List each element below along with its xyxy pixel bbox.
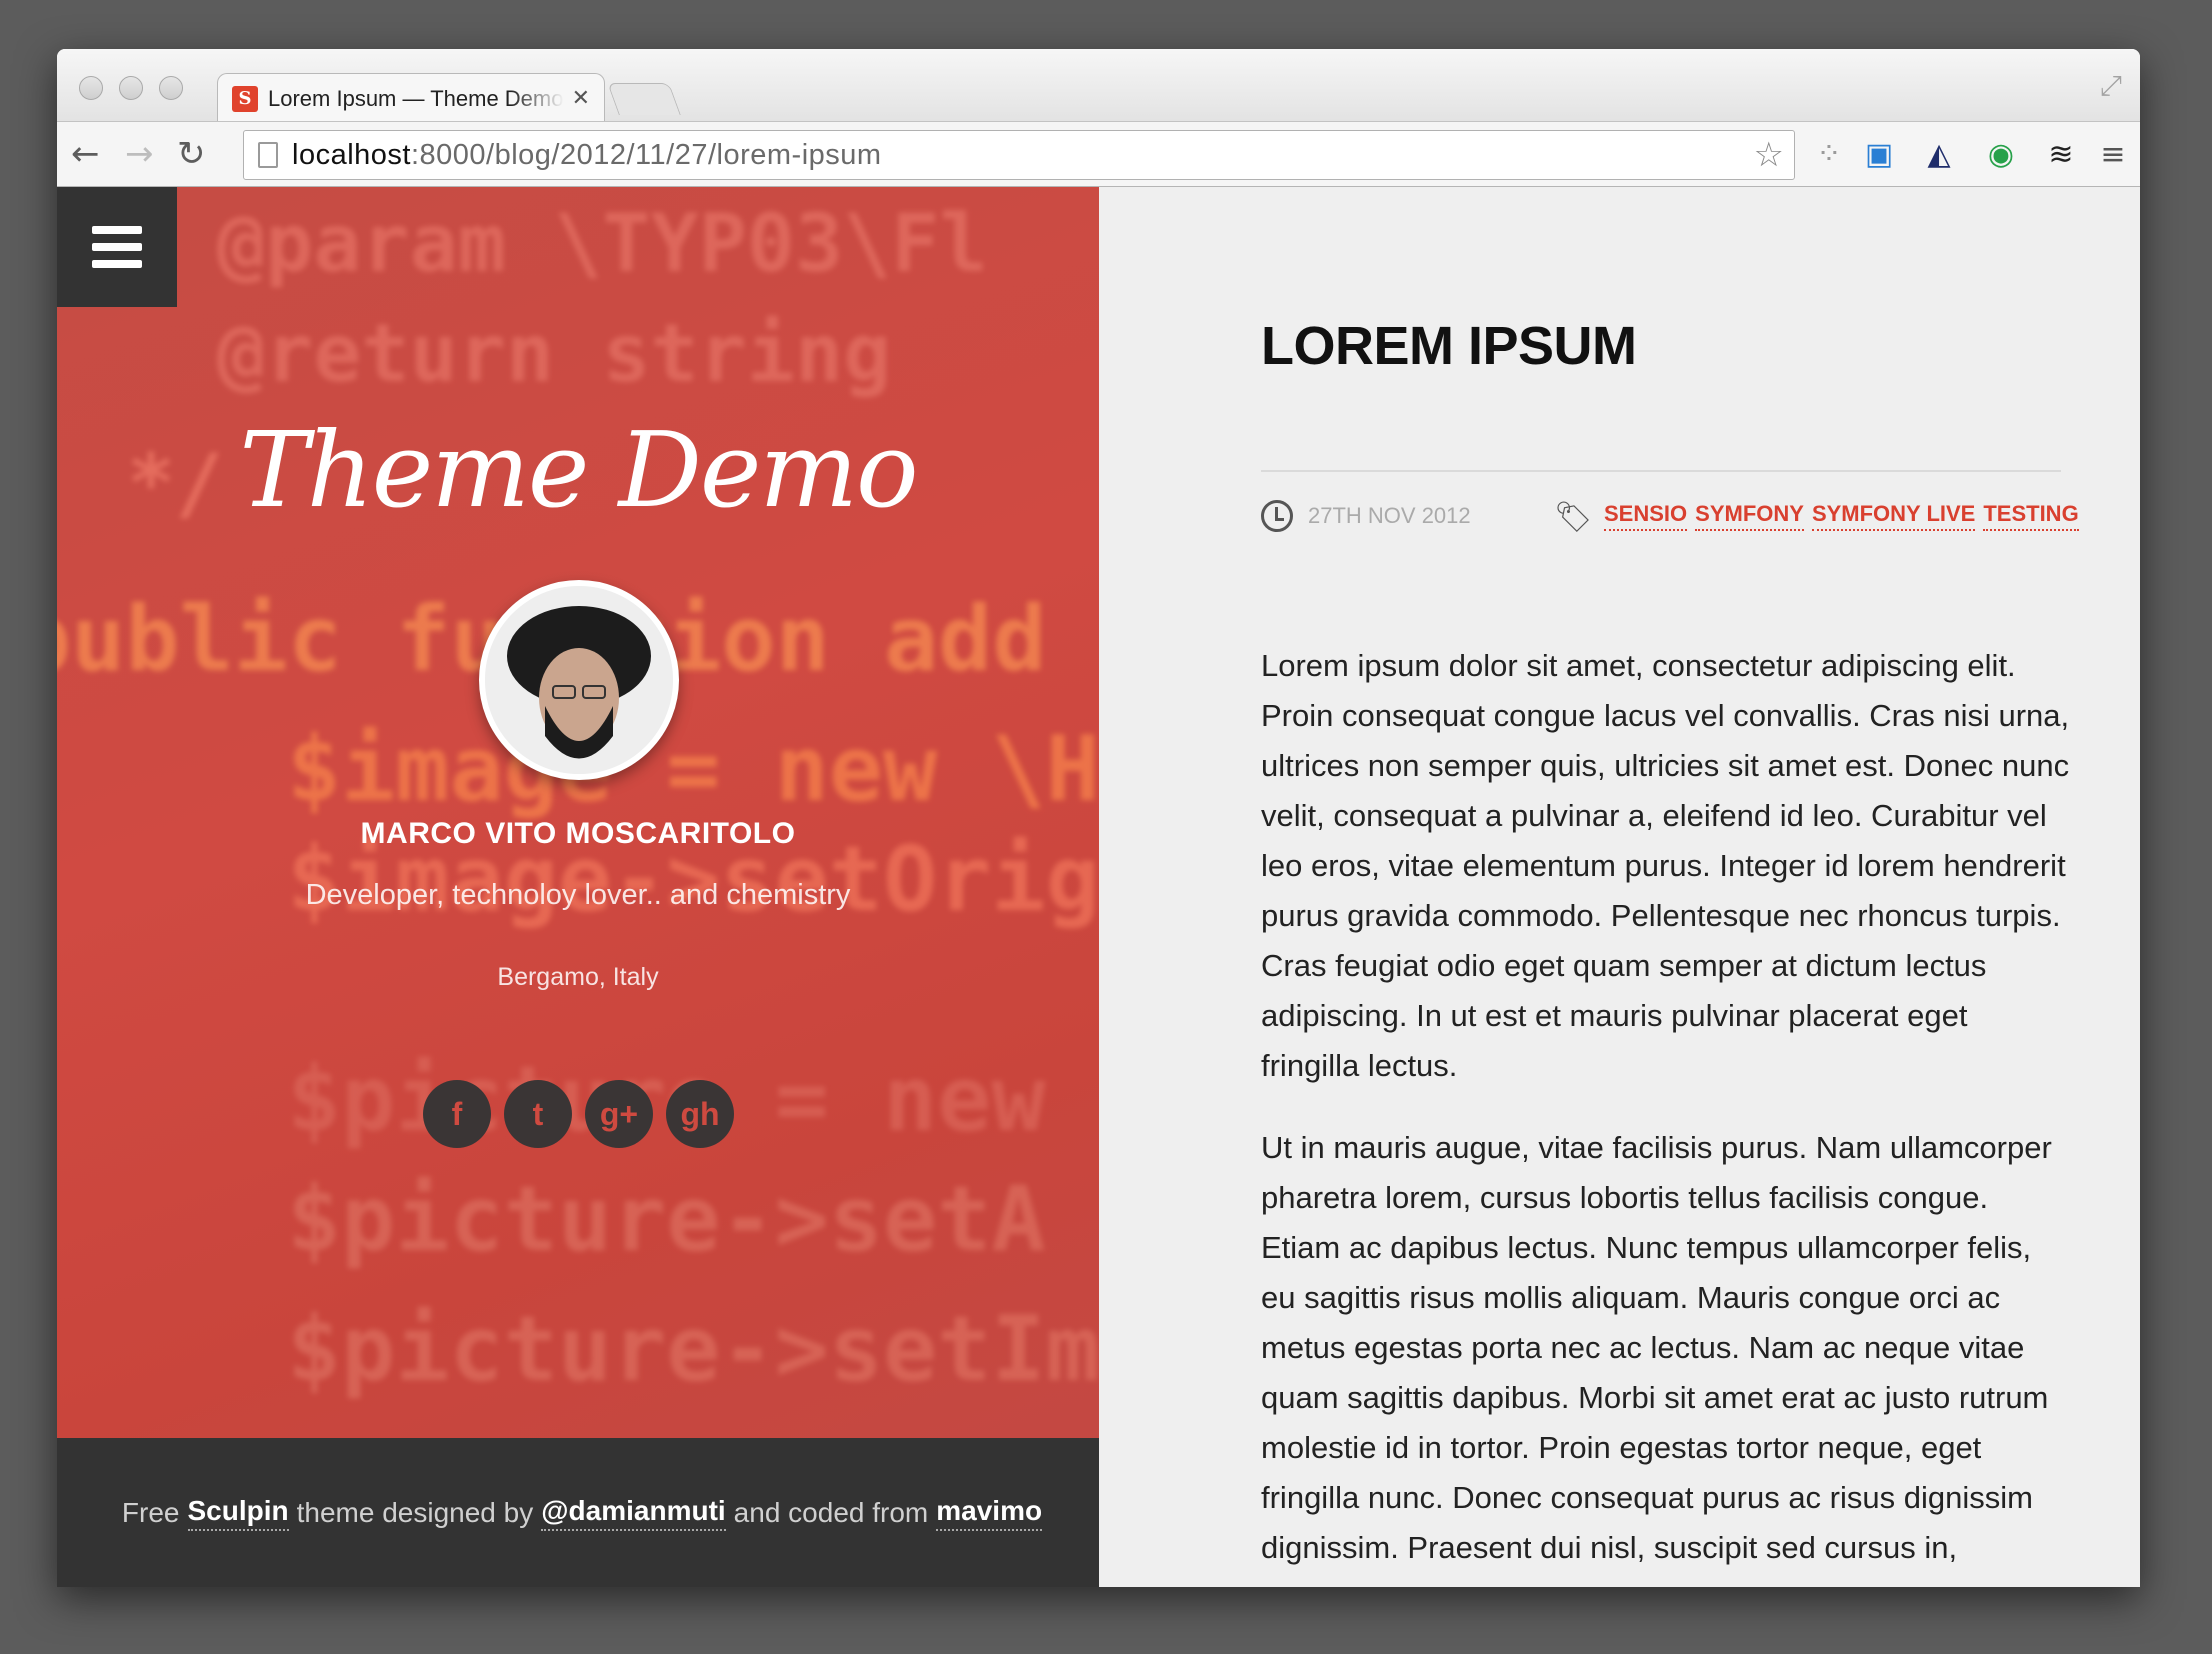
sidebar-footer: Free Sculpin theme designed by @damianmu… <box>57 1438 1099 1587</box>
footer-text: and coded from <box>733 1496 929 1528</box>
tag-icon: 🏷 <box>1554 500 1593 535</box>
reload-icon[interactable]: ↻ <box>177 132 206 176</box>
extension-evernote-icon[interactable]: ◉ <box>1981 134 2021 174</box>
author-name: MARCO VITO MOSCARITOLO <box>360 817 796 850</box>
title-divider <box>1261 470 2061 472</box>
url-text: localhost:8000/blog/2012/11/27/lorem-ips… <box>292 138 882 171</box>
tag-link[interactable]: SENSIO <box>1604 501 1688 531</box>
author-location: Bergamo, Italy <box>497 963 659 991</box>
address-bar[interactable]: localhost:8000/blog/2012/11/27/lorem-ips… <box>243 130 1795 180</box>
close-window-button[interactable] <box>79 76 103 100</box>
sculpin-favicon-icon: S <box>232 85 258 112</box>
back-icon[interactable]: ← <box>71 132 100 176</box>
new-tab-button[interactable] <box>607 83 681 115</box>
coder-link[interactable]: mavimo <box>936 1495 1043 1531</box>
clock-icon <box>1261 500 1293 532</box>
social-links: f t g+ gh <box>423 1080 734 1148</box>
post-body: Lorem ipsum dolor sit amet, consectetur … <box>1261 641 2071 1587</box>
site-title[interactable]: Theme Demo <box>57 409 1099 531</box>
menu-bar-icon <box>92 226 142 234</box>
tag-link[interactable]: SYMFONY LIVE <box>1811 501 1976 531</box>
facebook-icon[interactable]: f <box>423 1080 491 1148</box>
page-icon <box>258 142 278 168</box>
twitter-icon[interactable]: t <box>504 1080 572 1148</box>
sculpin-link[interactable]: Sculpin <box>187 1495 289 1531</box>
post-tags: SENSIO SYMFONY SYMFONY LIVE TESTING <box>1604 501 2079 531</box>
avatar <box>479 580 679 780</box>
sidebar: @param \TYP03\Fl @return string */ publi… <box>57 187 1099 1587</box>
extension-dots-icon[interactable]: ⁘ <box>1809 134 1849 174</box>
extension-screenshot-icon[interactable]: ▣ <box>1859 134 1899 174</box>
bookmark-star-icon[interactable]: ☆ <box>1754 135 1784 175</box>
avatar-portrait-icon <box>485 586 673 774</box>
post-date: 27TH NOV 2012 <box>1308 503 1471 528</box>
github-icon[interactable]: gh <box>666 1080 734 1148</box>
post-paragraph: Lorem ipsum dolor sit amet, consectetur … <box>1261 648 2070 1083</box>
fullscreen-icon[interactable]: ⤢ <box>2100 69 2122 103</box>
extension-buffer-icon[interactable]: ≋ <box>2041 134 2081 174</box>
zoom-window-button[interactable] <box>159 76 183 100</box>
tab-active[interactable]: S Lorem Ipsum — Theme Demo ✕ <box>217 73 605 123</box>
minimize-window-button[interactable] <box>119 76 143 100</box>
extension-speed-icon[interactable]: ◭ <box>1919 134 1959 174</box>
post-paragraph: Ut in mauris augue, vitae facilisis puru… <box>1261 1130 2052 1565</box>
tab-strip: S Lorem Ipsum — Theme Demo ✕ ⤢ <box>57 49 2140 123</box>
hamburger-menu-button[interactable] <box>57 187 177 307</box>
chrome-menu-icon[interactable]: ≡ <box>2093 134 2133 174</box>
post-title: LOREM IPSUM <box>1261 316 1637 376</box>
browser-window: S Lorem Ipsum — Theme Demo ✕ ⤢ ← → ↻ loc… <box>57 49 2140 1587</box>
menu-bar-icon <box>92 260 142 268</box>
tag-link[interactable]: TESTING <box>1983 501 2079 531</box>
tab-title: Lorem Ipsum — Theme Demo <box>268 85 564 111</box>
menu-bar-icon <box>92 243 142 251</box>
close-tab-icon[interactable]: ✕ <box>572 86 590 111</box>
author-bio: Developer, technoloy lover.. and chemist… <box>305 879 851 911</box>
post-content: LOREM IPSUM 27TH NOV 2012 🏷 SENSIO SYMFO… <box>1099 187 2140 1587</box>
page-viewport: @param \TYP03\Fl @return string */ publi… <box>57 187 2140 1587</box>
designer-link[interactable]: @damianmuti <box>541 1495 726 1531</box>
browser-toolbar: ← → ↻ localhost:8000/blog/2012/11/27/lor… <box>57 121 2140 187</box>
footer-text: Free <box>121 1496 180 1528</box>
forward-icon[interactable]: → <box>125 132 154 176</box>
tag-link[interactable]: SYMFONY <box>1695 501 1804 531</box>
footer-text: theme designed by <box>296 1496 534 1528</box>
google-plus-icon[interactable]: g+ <box>585 1080 653 1148</box>
